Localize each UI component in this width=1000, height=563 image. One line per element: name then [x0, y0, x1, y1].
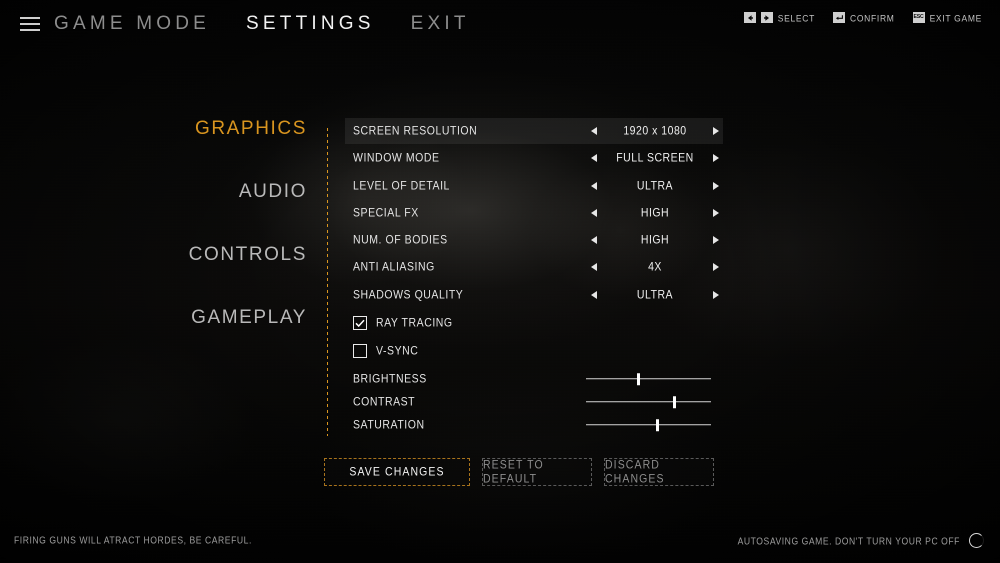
slider-track-brightness[interactable]	[586, 372, 711, 385]
hint-label-confirm: CONFIRM	[850, 11, 895, 24]
sidebar-item-controls[interactable]: CONTROLS	[0, 244, 312, 266]
setting-label: LEVEL OF DETAIL	[353, 178, 450, 194]
setting-label: ANTI ALIASING	[353, 259, 435, 275]
slider-thumb-contrast[interactable]	[673, 395, 677, 408]
setting-row-ray-tracing[interactable]: RAY TRACING	[345, 309, 723, 337]
setting-row-saturation[interactable]: SATURATION	[345, 413, 723, 436]
setting-row-level-of-detail[interactable]: LEVEL OF DETAIL ULTRA	[345, 173, 723, 199]
stepper-prev-arrow-icon[interactable]	[587, 200, 601, 226]
stepper-next-arrow-icon[interactable]	[709, 282, 723, 308]
hamburger-menu-icon[interactable]	[20, 17, 40, 31]
slider-track-saturation[interactable]	[586, 418, 711, 431]
autosave-text: AUTOSAVING GAME. DON'T TURN YOUR PC OFF	[737, 534, 960, 547]
sidebar-item-audio[interactable]: AUDIO	[0, 181, 312, 203]
slider-track-contrast[interactable]	[586, 395, 711, 408]
hint-select: SELECT	[743, 11, 815, 24]
sidebar-divider	[327, 128, 329, 436]
setting-row-window-mode[interactable]: WINDOW MODE FULL SCREEN	[345, 145, 723, 171]
setting-value: 1920 x 1080	[623, 123, 687, 139]
checkbox-ray-tracing[interactable]	[353, 316, 367, 330]
setting-row-v-sync[interactable]: V-SYNC	[345, 337, 723, 365]
setting-value: 4X	[648, 259, 662, 275]
setting-row-brightness[interactable]: BRIGHTNESS	[345, 367, 723, 390]
save-changes-label: SAVE CHANGES	[349, 464, 445, 480]
setting-value: HIGH	[640, 232, 670, 248]
settings-action-buttons: SAVE CHANGES RESET TO DEFAULT DISCARD CH…	[324, 458, 714, 486]
setting-row-anti-aliasing[interactable]: ANTI ALIASING 4X	[345, 254, 723, 280]
discard-changes-label: DISCARD CHANGES	[605, 457, 665, 487]
hint-label-select: SELECT	[777, 11, 815, 24]
stepper-prev-arrow-icon[interactable]	[587, 254, 601, 280]
reset-to-default-button[interactable]: RESET TO DEFAULT	[482, 458, 592, 486]
setting-value: ULTRA	[636, 287, 674, 303]
checkbox-v-sync[interactable]	[353, 344, 367, 358]
nav-item-game-mode[interactable]: GAME MODE	[54, 13, 210, 35]
slider-thumb-saturation[interactable]	[655, 418, 659, 431]
setting-value: HIGH	[640, 205, 670, 221]
stepper-next-arrow-icon[interactable]	[709, 145, 723, 171]
save-changes-button[interactable]: SAVE CHANGES	[324, 458, 470, 486]
setting-label: SCREEN RESOLUTION	[353, 123, 478, 139]
stepper-prev-arrow-icon[interactable]	[587, 227, 601, 253]
stepper-prev-arrow-icon[interactable]	[587, 173, 601, 199]
discard-changes-button[interactable]: DISCARD CHANGES	[604, 458, 714, 486]
stepper-next-arrow-icon[interactable]	[709, 118, 723, 144]
sidebar-item-gameplay[interactable]: GAMEPLAY	[0, 307, 312, 329]
hamburger-line	[20, 17, 40, 19]
hamburger-line	[20, 29, 40, 31]
stepper-prev-arrow-icon[interactable]	[587, 282, 601, 308]
stepper-shadows-quality: ULTRA	[587, 282, 723, 308]
stepper-next-arrow-icon[interactable]	[709, 254, 723, 280]
hint-exit-game: ESC EXIT GAME	[912, 11, 982, 24]
setting-label: RAY TRACING	[376, 315, 453, 331]
setting-value: FULL SCREEN	[616, 150, 694, 166]
autosave-indicator: AUTOSAVING GAME. DON'T TURN YOUR PC OFF	[738, 533, 984, 548]
enter-key-icon	[833, 12, 845, 23]
arrow-right-key-icon	[760, 12, 773, 23]
sidebar-item-graphics[interactable]: GRAPHICS	[0, 118, 312, 140]
setting-label: CONTRAST	[353, 394, 416, 409]
reset-to-default-label: RESET TO DEFAULT	[483, 457, 544, 487]
control-hints: SELECT CONFIRM ESC EXIT GAME	[743, 11, 982, 24]
setting-label: BRIGHTNESS	[353, 371, 427, 386]
setting-row-special-fx[interactable]: SPECIAL FX HIGH	[345, 200, 723, 226]
stepper-num-of-bodies: HIGH	[587, 227, 723, 253]
esc-key-icon: ESC	[912, 12, 925, 23]
setting-label: SPECIAL FX	[353, 205, 419, 221]
setting-label: SATURATION	[353, 417, 425, 432]
stepper-next-arrow-icon[interactable]	[709, 173, 723, 199]
arrow-left-key-icon	[743, 12, 756, 23]
check-icon	[355, 319, 365, 327]
setting-label: SHADOWS QUALITY	[353, 287, 464, 303]
stepper-special-fx: HIGH	[587, 200, 723, 226]
stepper-level-of-detail: ULTRA	[587, 173, 723, 199]
stepper-prev-arrow-icon[interactable]	[587, 145, 601, 171]
setting-label: V-SYNC	[376, 343, 419, 359]
setting-row-shadows-quality[interactable]: SHADOWS QUALITY ULTRA	[345, 282, 723, 308]
settings-category-sidebar: GRAPHICS AUDIO CONTROLS GAMEPLAY	[0, 118, 312, 329]
setting-label: NUM. OF BODIES	[353, 232, 448, 248]
stepper-window-mode: FULL SCREEN	[587, 145, 723, 171]
nav-item-settings[interactable]: SETTINGS	[246, 13, 375, 35]
nav-item-exit[interactable]: EXIT	[411, 13, 470, 35]
stepper-next-arrow-icon[interactable]	[709, 200, 723, 226]
slider-thumb-brightness[interactable]	[637, 372, 640, 385]
hint-confirm: CONFIRM	[833, 12, 895, 23]
top-navigation-bar: GAME MODE SETTINGS EXIT SELECT CONFIRM E…	[0, 0, 1000, 48]
setting-row-contrast[interactable]: CONTRAST	[345, 390, 723, 413]
setting-row-screen-resolution[interactable]: SCREEN RESOLUTION 1920 x 1080	[345, 118, 723, 144]
loading-spinner-icon	[969, 533, 984, 548]
graphics-settings-panel: SCREEN RESOLUTION 1920 x 1080 WINDOW MOD…	[345, 118, 723, 436]
gameplay-tip-text: FIRING GUNS WILL ATRACT HORDES, BE CAREF…	[14, 534, 252, 546]
setting-value: ULTRA	[636, 178, 674, 194]
stepper-anti-aliasing: 4X	[587, 254, 723, 280]
setting-label: WINDOW MODE	[353, 150, 440, 166]
hamburger-line	[20, 23, 40, 25]
stepper-prev-arrow-icon[interactable]	[587, 118, 601, 144]
stepper-screen-resolution: 1920 x 1080	[587, 118, 723, 144]
stepper-next-arrow-icon[interactable]	[709, 227, 723, 253]
hint-label-exit-game: EXIT GAME	[929, 11, 982, 24]
setting-row-num-of-bodies[interactable]: NUM. OF BODIES HIGH	[345, 227, 723, 253]
